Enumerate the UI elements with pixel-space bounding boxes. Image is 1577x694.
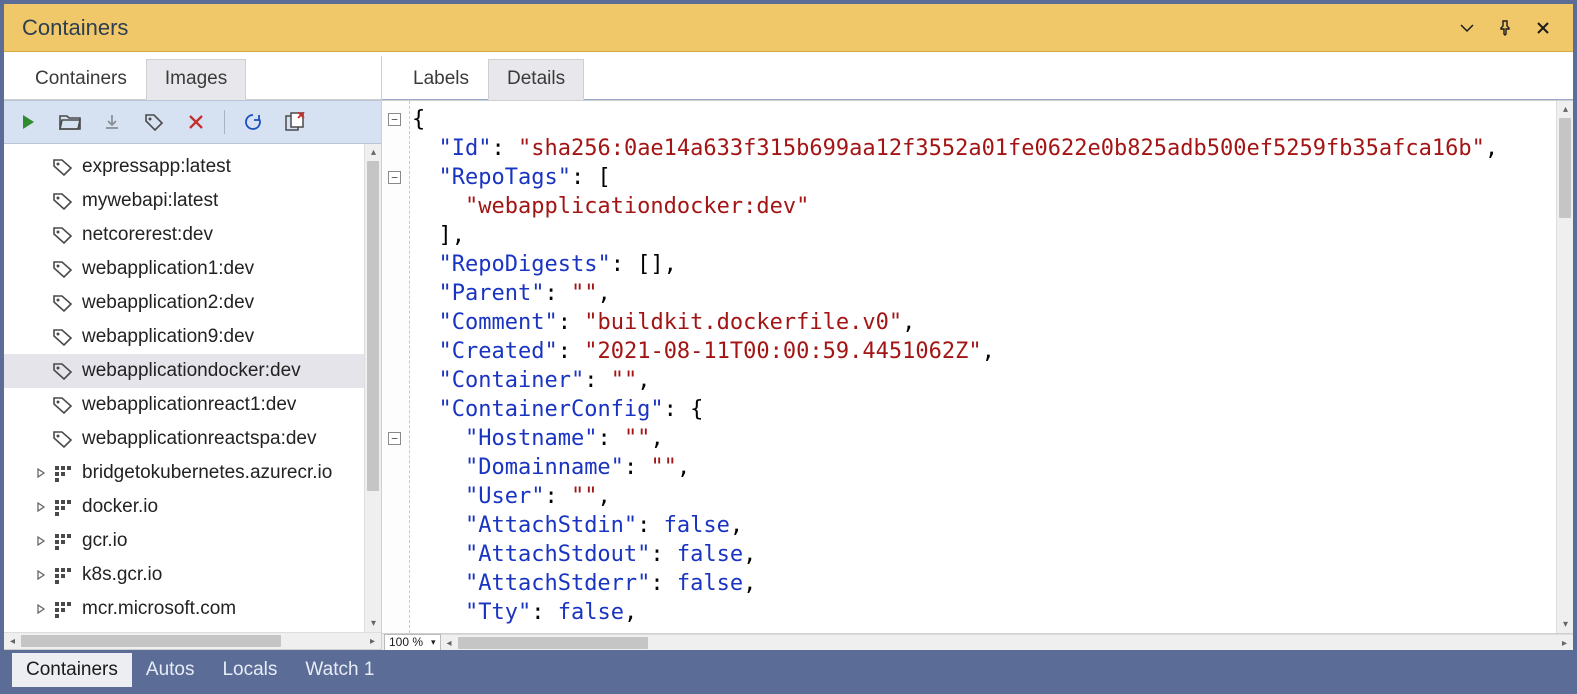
registry-icon	[50, 496, 76, 518]
toolwin-tab-watch1[interactable]: Watch 1	[291, 653, 388, 687]
fold-toggle-icon[interactable]: −	[388, 171, 401, 184]
run-icon[interactable]	[14, 108, 42, 136]
toolwin-tab-autos[interactable]: Autos	[132, 653, 209, 687]
tree-item-label: webapplicationdocker:dev	[82, 360, 301, 382]
window-title: Containers	[22, 15, 128, 41]
tree-item-label: mywebapi:latest	[82, 190, 218, 212]
tree-item-label: webapplicationreactspa:dev	[82, 428, 317, 450]
tree-item-image[interactable]: expressapp:latest	[4, 150, 364, 184]
expander-icon[interactable]	[32, 502, 50, 512]
window-options-dropdown-icon[interactable]	[1455, 16, 1479, 40]
editor-code[interactable]: { "Id": "sha256:0ae14a633f315b699aa12f35…	[412, 105, 1556, 627]
tree-item-registry[interactable]: docker.io	[4, 490, 364, 524]
details-json-editor[interactable]: − − − { "Id": "sha256:0ae14a633f315b699aa1…	[382, 101, 1556, 633]
tag-icon	[50, 224, 76, 246]
tree-item-label: docker.io	[82, 496, 158, 518]
tag-icon[interactable]	[140, 108, 168, 136]
registry-icon	[50, 598, 76, 620]
registry-icon	[50, 462, 76, 484]
toolwin-tab-locals[interactable]: Locals	[208, 653, 291, 687]
tree-item-label: webapplicationreact1:dev	[82, 394, 296, 416]
tree-horizontal-scrollbar[interactable]: ◂ ▸	[4, 632, 381, 649]
tree-item-label: gcr.io	[82, 530, 127, 552]
registry-icon	[50, 530, 76, 552]
tree-item-label: bridgetokubernetes.azurecr.io	[82, 462, 332, 484]
image-toolbar	[4, 100, 381, 144]
tab-images[interactable]: Images	[146, 59, 246, 100]
tree-item-label: mcr.microsoft.com	[82, 598, 236, 620]
tree-item-image[interactable]: netcorerest:dev	[4, 218, 364, 252]
registry-icon	[50, 564, 76, 586]
tree-item-image[interactable]: webapplicationreactspa:dev	[4, 422, 364, 456]
tag-icon	[50, 394, 76, 416]
tree-item-image[interactable]: webapplication2:dev	[4, 286, 364, 320]
tree-item-image[interactable]: webapplicationdocker:dev	[4, 354, 364, 388]
left-tabstrip: Containers Images	[4, 56, 381, 100]
editor-zoom-bar: 100 % ▾ ◂ ▸	[382, 633, 1573, 650]
titlebar: Containers	[4, 4, 1573, 52]
download-icon[interactable]	[98, 108, 126, 136]
tree-item-label: webapplication2:dev	[82, 292, 254, 314]
image-tree[interactable]: expressapp:latest mywebapi:latest netcorer…	[4, 144, 364, 632]
tab-details[interactable]: Details	[488, 59, 584, 100]
tag-icon	[50, 360, 76, 382]
zoom-dropdown[interactable]: 100 % ▾	[384, 634, 441, 651]
pin-icon[interactable]	[1493, 16, 1517, 40]
prune-icon[interactable]	[281, 108, 309, 136]
editor-horizontal-scrollbar[interactable]: ◂ ▸	[441, 634, 1573, 651]
tree-item-label: expressapp:latest	[82, 156, 231, 178]
tag-icon	[50, 190, 76, 212]
tree-item-registry[interactable]: mcr.microsoft.com	[4, 592, 364, 626]
tool-window-tabs: Containers Autos Locals Watch 1	[4, 650, 1573, 690]
tag-icon	[50, 326, 76, 348]
fold-toggle-icon[interactable]: −	[388, 432, 401, 445]
tree-vertical-scrollbar[interactable]: ▴ ▾	[364, 144, 381, 632]
tree-item-label: webapplication9:dev	[82, 326, 254, 348]
tag-icon	[50, 428, 76, 450]
tab-labels[interactable]: Labels	[394, 59, 488, 99]
tree-item-label: k8s.gcr.io	[82, 564, 162, 586]
editor-vertical-scrollbar[interactable]: ▴ ▾	[1556, 101, 1573, 633]
tree-item-registry[interactable]: bridgetokubernetes.azurecr.io	[4, 456, 364, 490]
tree-item-registry[interactable]: gcr.io	[4, 524, 364, 558]
editor-fold-gutter[interactable]: − − −	[382, 101, 410, 633]
open-folder-icon[interactable]	[56, 108, 84, 136]
toolbar-separator	[224, 110, 225, 134]
refresh-icon[interactable]	[239, 108, 267, 136]
expander-icon[interactable]	[32, 570, 50, 580]
tree-item-label: netcorerest:dev	[82, 224, 213, 246]
tree-item-image[interactable]: webapplicationreact1:dev	[4, 388, 364, 422]
tag-icon	[50, 258, 76, 280]
close-icon[interactable]	[1531, 16, 1555, 40]
right-tabstrip: Labels Details	[382, 56, 1573, 100]
tree-item-label: webapplication1:dev	[82, 258, 254, 280]
delete-icon[interactable]	[182, 108, 210, 136]
toolwin-tab-containers[interactable]: Containers	[12, 653, 132, 687]
tree-item-image[interactable]: webapplication9:dev	[4, 320, 364, 354]
tree-item-registry[interactable]: k8s.gcr.io	[4, 558, 364, 592]
tab-containers[interactable]: Containers	[16, 59, 146, 99]
expander-icon[interactable]	[32, 536, 50, 546]
expander-icon[interactable]	[32, 468, 50, 478]
expander-icon[interactable]	[32, 604, 50, 614]
fold-toggle-icon[interactable]: −	[388, 113, 401, 126]
tag-icon	[50, 156, 76, 178]
tree-item-image[interactable]: webapplication1:dev	[4, 252, 364, 286]
tag-icon	[50, 292, 76, 314]
tree-item-image[interactable]: mywebapi:latest	[4, 184, 364, 218]
